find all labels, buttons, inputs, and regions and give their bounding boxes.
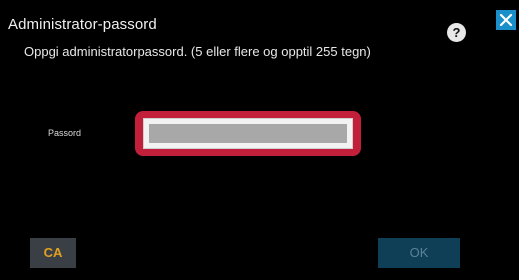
close-button[interactable] [496, 10, 516, 30]
dialog-instruction: Oppgi administratorpassord. (5 eller fle… [24, 44, 371, 59]
clear-all-button[interactable]: CA [30, 238, 76, 268]
password-label: Passord [48, 128, 82, 138]
close-icon [499, 13, 513, 27]
dialog-title: Administrator-passord [8, 16, 157, 33]
password-input[interactable] [149, 124, 347, 143]
password-dialog: Administrator-passord Oppgi administrato… [0, 0, 519, 280]
ok-button[interactable]: OK [378, 238, 460, 268]
help-button[interactable]: ? [447, 23, 466, 42]
help-icon: ? [452, 25, 461, 40]
